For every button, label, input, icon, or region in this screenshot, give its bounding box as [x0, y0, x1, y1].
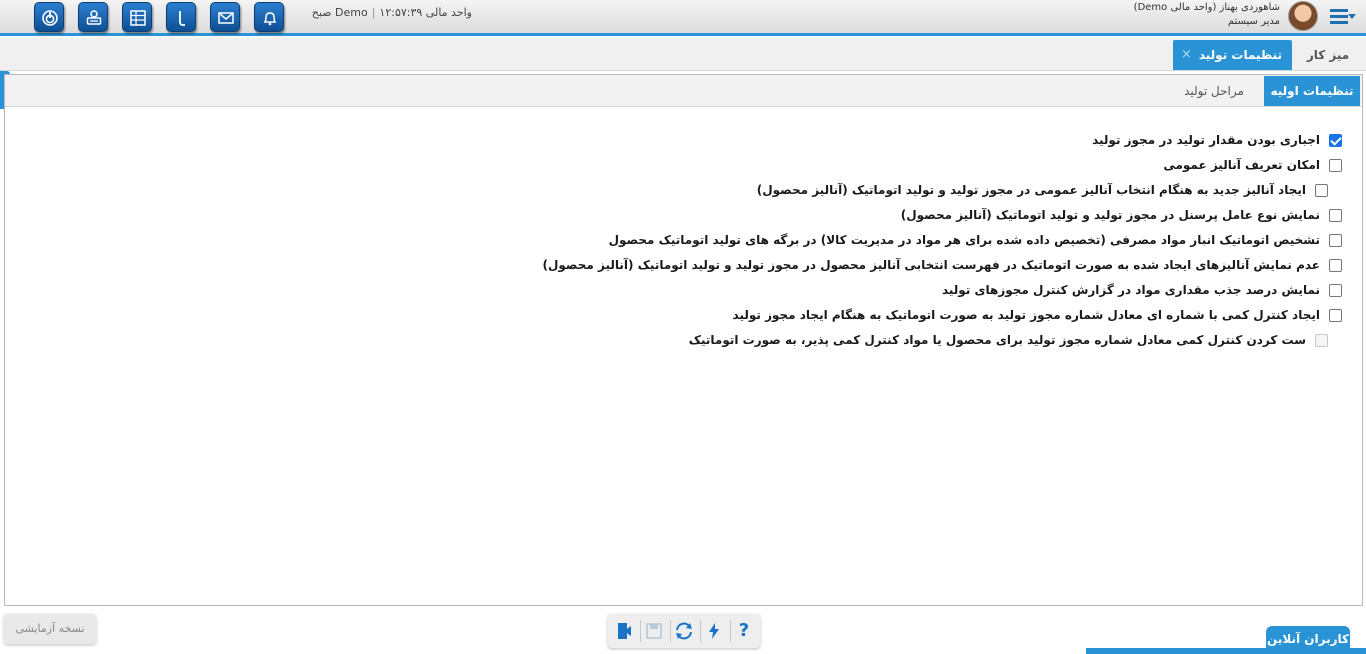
trial-version-badge: نسخه آزمایشی [4, 614, 96, 644]
divider [640, 620, 641, 642]
option-row: اجباری بودن مقدار تولید در مجوز تولید [442, 133, 1342, 158]
divider [670, 620, 671, 642]
option-checkbox[interactable] [1329, 284, 1342, 297]
user-settings-button[interactable] [78, 2, 108, 32]
tab-initial-settings[interactable]: تنظیمات اولیه [1264, 76, 1360, 106]
option-label: نمایش نوع عامل پرسنل در مجوز تولید و تول… [900, 208, 1320, 222]
tab-production-stages[interactable]: مراحل تولید [1174, 76, 1254, 106]
mail-button[interactable] [210, 2, 240, 32]
option-label: اجباری بودن مقدار تولید در مجوز تولید [1092, 133, 1320, 147]
action-toolbar: ? [608, 614, 760, 648]
option-checkbox [1315, 334, 1328, 347]
sheet-button[interactable] [122, 2, 152, 32]
chevron-down-icon [1348, 14, 1356, 19]
option-row: ایجاد کنترل کمی با شماره ای معادل شماره … [442, 308, 1342, 333]
power-icon [42, 10, 58, 26]
tab-production-settings[interactable]: تنظیمات تولید × [1173, 40, 1292, 70]
option-label: امکان تعریف آنالیز عمومی [1163, 158, 1320, 172]
option-checkbox[interactable] [1329, 134, 1342, 147]
tool-button[interactable] [166, 2, 196, 32]
option-row: امکان تعریف آنالیز عمومی [442, 158, 1342, 183]
refresh-icon [676, 622, 692, 640]
option-row: ایجاد آنالیز جدید به هنگام انتخاب آنالیز… [442, 183, 1342, 208]
option-checkbox[interactable] [1329, 234, 1342, 247]
option-label: ایجاد کنترل کمی با شماره ای معادل شماره … [732, 308, 1320, 322]
settings-subtabs: تنظیمات اولیه مراحل تولید [5, 75, 1362, 107]
help-icon: ? [738, 620, 750, 641]
option-row: نمایش درصد جذب مقداری مواد در گزارش کنتر… [442, 283, 1342, 308]
option-label: عدم نمایش آنالیزهای ایجاد شده به صورت ات… [542, 258, 1320, 272]
option-row: ست کردن کنترل کمی معادل شماره مجوز تولید… [442, 333, 1342, 358]
close-icon[interactable]: × [1181, 47, 1192, 62]
online-users-strip [1086, 648, 1366, 654]
exit-icon [618, 623, 631, 639]
settings-panel: تنظیمات اولیه مراحل تولید اجباری بودن مق… [4, 74, 1363, 606]
divider [730, 620, 731, 642]
user-name: شاهوردی بهناز (واحد مالی Demo) [1133, 2, 1280, 13]
main-tab-bar: میز کار تنظیمات تولید × [0, 38, 1366, 71]
option-label: نمایش درصد جذب مقداری مواد در گزارش کنتر… [941, 283, 1320, 297]
options-list: اجباری بودن مقدار تولید در مجوز تولید امک… [442, 133, 1342, 358]
divider: | [371, 6, 376, 19]
sheet-icon [130, 10, 146, 26]
exit-button[interactable] [612, 619, 636, 643]
user-settings-icon [86, 10, 102, 25]
user-info: شاهوردی بهناز (واحد مالی Demo) مدیر سیست… [1040, 1, 1280, 29]
option-label: تشخیص اتوماتیک انبار مواد مصرفی (تخصیص د… [608, 233, 1320, 247]
notifications-button[interactable] [254, 2, 284, 32]
menu-bar-icon [1330, 21, 1348, 24]
quick-action-button[interactable] [702, 619, 726, 643]
save-button[interactable] [642, 619, 666, 643]
user-avatar[interactable] [1288, 1, 1318, 31]
bell-icon [263, 12, 277, 26]
help-button[interactable]: ? [732, 619, 756, 643]
top-header: شاهوردی بهناز (واحد مالی Demo) مدیر سیست… [0, 0, 1366, 36]
tab-label: تنظیمات تولید [1198, 48, 1282, 62]
menu-bar-icon [1330, 15, 1348, 18]
menu-toggle-button[interactable] [1326, 7, 1356, 27]
option-label: ایجاد آنالیز جدید به هنگام انتخاب آنالیز… [756, 183, 1306, 197]
option-checkbox[interactable] [1329, 309, 1342, 322]
option-row: نمایش نوع عامل پرسنل در مجوز تولید و تول… [442, 208, 1342, 233]
option-checkbox[interactable] [1315, 184, 1328, 197]
menu-bar-icon [1330, 9, 1348, 12]
mail-icon [218, 12, 234, 24]
option-label: ست کردن کنترل کمی معادل شماره مجوز تولید… [688, 333, 1306, 347]
user-role: مدیر سیستم [1227, 16, 1280, 27]
flash-icon [709, 623, 719, 639]
option-checkbox[interactable] [1329, 259, 1342, 272]
option-row: تشخیص اتوماتیک انبار مواد مصرفی (تخصیص د… [442, 233, 1342, 258]
option-checkbox[interactable] [1329, 159, 1342, 172]
refresh-button[interactable] [672, 619, 696, 643]
tab-desk[interactable]: میز کار [1298, 43, 1358, 67]
divider [700, 620, 701, 642]
tool-icon [179, 11, 185, 26]
power-button[interactable] [34, 2, 64, 32]
save-icon [646, 623, 662, 639]
option-row: عدم نمایش آنالیزهای ایجاد شده به صورت ات… [442, 258, 1342, 283]
unit-time-info: واحد مالی Demo|۱۲:۵۷:۳۹ صبح [292, 6, 472, 19]
app-root: شاهوردی بهناز (واحد مالی Demo) مدیر سیست… [0, 0, 1366, 654]
option-checkbox[interactable] [1329, 209, 1342, 222]
